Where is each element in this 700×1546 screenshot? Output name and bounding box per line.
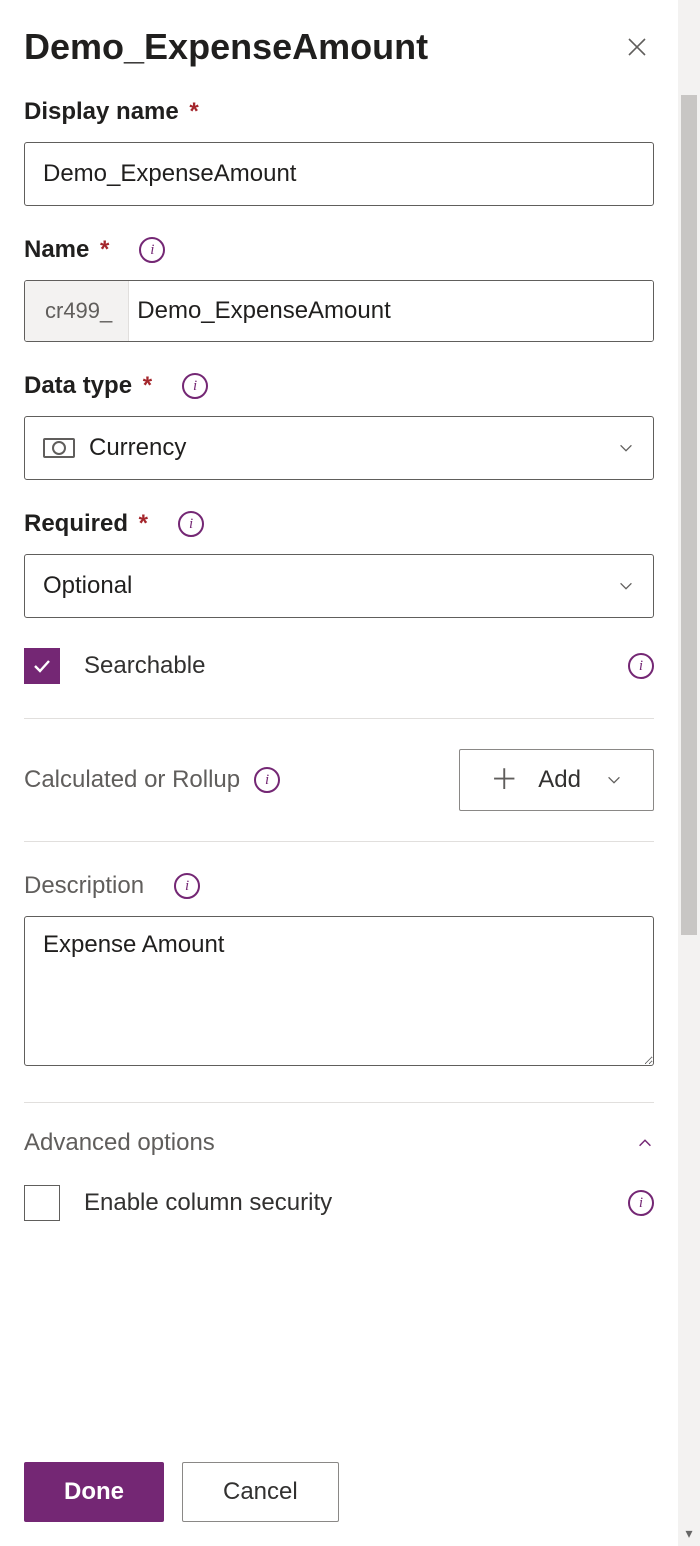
checkmark-icon [30, 654, 54, 678]
info-icon[interactable]: i [628, 1190, 654, 1216]
required-star-icon: * [136, 372, 152, 399]
display-name-field: Display name * [24, 98, 654, 206]
searchable-label: Searchable [84, 652, 205, 680]
name-input-wrap: cr499_ [24, 280, 654, 342]
column-security-label: Enable column security [84, 1189, 332, 1217]
advanced-options-toggle[interactable]: Advanced options [24, 1103, 654, 1185]
description-label: Description [24, 872, 144, 900]
required-label: Required * [24, 510, 148, 538]
scroll-down-arrow-icon[interactable]: ▾ [678, 1525, 700, 1542]
divider [24, 841, 654, 842]
required-field: Required * i Optional [24, 510, 654, 618]
scrollbar[interactable]: ▾ [678, 0, 700, 1546]
column-security-checkbox[interactable] [24, 1185, 60, 1221]
advanced-options-label: Advanced options [24, 1129, 215, 1157]
required-star-icon: * [132, 510, 148, 537]
panel-title: Demo_ExpenseAmount [24, 26, 428, 68]
info-icon[interactable]: i [139, 237, 165, 263]
chevron-down-icon [605, 771, 623, 789]
calculated-section: Calculated or Rollup i ＋ Add [24, 719, 654, 841]
plus-icon: ＋ [490, 766, 518, 794]
chevron-down-icon [617, 577, 635, 595]
info-icon[interactable]: i [178, 511, 204, 537]
panel-body: Display name * Name * i cr499_ Data type… [24, 98, 654, 1442]
name-prefix: cr499_ [25, 281, 129, 341]
info-icon[interactable]: i [628, 653, 654, 679]
info-icon[interactable]: i [182, 373, 208, 399]
column-security-row: Enable column security i [24, 1185, 654, 1221]
done-button[interactable]: Done [24, 1462, 164, 1522]
required-select[interactable]: Optional [24, 554, 654, 618]
display-name-input[interactable] [24, 142, 654, 206]
display-name-label: Display name * [24, 98, 199, 126]
info-icon[interactable]: i [254, 767, 280, 793]
panel-footer: Done Cancel [24, 1442, 654, 1546]
scrollbar-thumb[interactable] [681, 95, 697, 935]
add-button-label: Add [538, 766, 581, 794]
data-type-field: Data type * i Currency [24, 372, 654, 480]
add-calculated-button[interactable]: ＋ Add [459, 749, 654, 811]
searchable-checkbox[interactable] [24, 648, 60, 684]
cancel-button[interactable]: Cancel [182, 1462, 339, 1522]
name-input[interactable] [129, 281, 653, 341]
description-textarea[interactable] [24, 916, 654, 1066]
chevron-up-icon [636, 1134, 654, 1152]
searchable-row: Searchable i [24, 648, 654, 684]
name-field: Name * i cr499_ [24, 236, 654, 342]
chevron-down-icon [617, 439, 635, 457]
required-star-icon: * [183, 98, 199, 125]
info-icon[interactable]: i [174, 873, 200, 899]
close-button[interactable] [620, 30, 654, 64]
edit-column-panel: Demo_ExpenseAmount Display name * Name *… [0, 0, 678, 1546]
data-type-select[interactable]: Currency [24, 416, 654, 480]
description-field: Description i [24, 872, 654, 1072]
close-icon [625, 35, 649, 59]
data-type-value: Currency [89, 434, 186, 462]
panel-header: Demo_ExpenseAmount [24, 26, 654, 68]
calculated-label: Calculated or Rollup [24, 766, 240, 794]
data-type-label: Data type * [24, 372, 152, 400]
currency-icon [43, 438, 75, 458]
name-label: Name * [24, 236, 109, 264]
required-value: Optional [43, 572, 132, 600]
required-star-icon: * [93, 236, 109, 263]
